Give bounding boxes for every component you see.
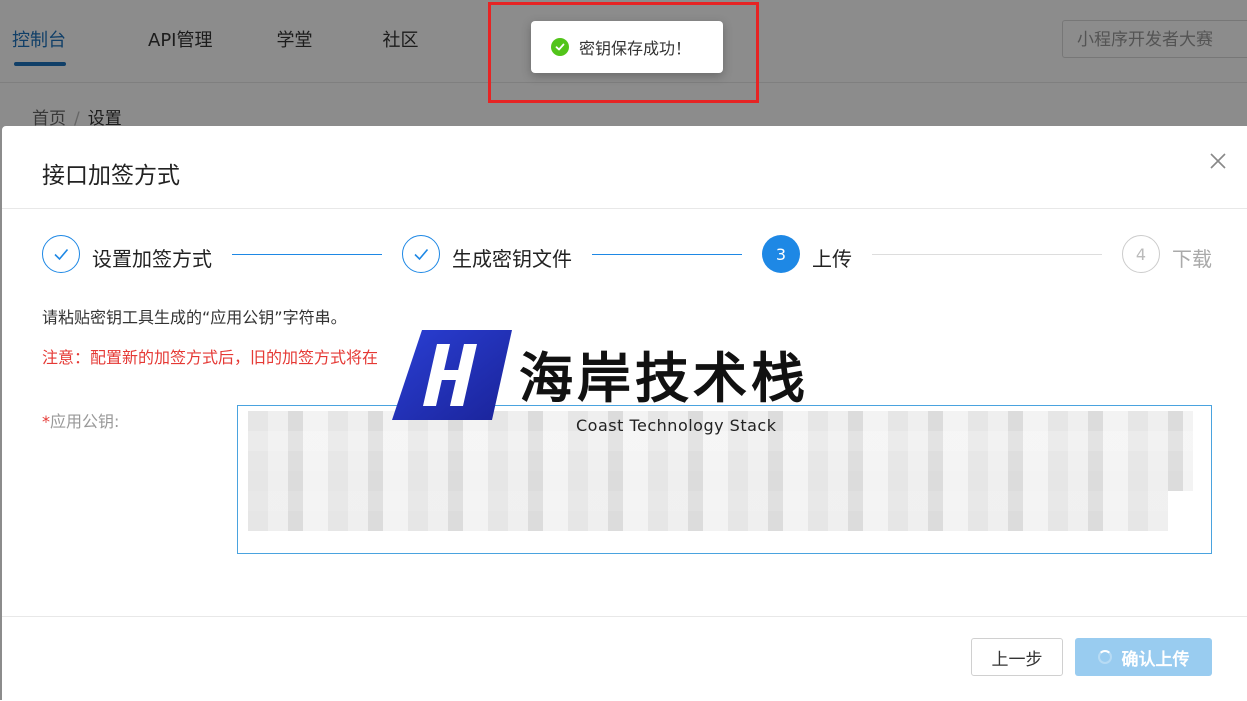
public-key-label-text: 应用公钥:: [50, 412, 120, 431]
blurred-key-line: [248, 451, 1193, 471]
watermark-emblem-icon: [392, 330, 512, 420]
close-icon[interactable]: [1207, 150, 1229, 172]
confirm-upload-button[interactable]: 确认上传: [1075, 638, 1212, 676]
blurred-key-line: [248, 471, 1193, 491]
step-connector-3: [872, 254, 1102, 255]
watermark-title: 海岸技术栈: [519, 347, 809, 410]
dialog-footer: 上一步 确认上传: [2, 616, 1247, 701]
step-1-label: 设置加签方式: [92, 247, 212, 271]
step-4-label: 下载: [1172, 247, 1212, 271]
step-3-label: 上传: [812, 247, 852, 271]
step-2-check-icon: [402, 235, 440, 273]
confirm-upload-label: 确认上传: [1121, 649, 1190, 670]
step-connector-1: [232, 254, 382, 255]
public-key-label: *应用公钥:: [42, 408, 119, 432]
loading-spinner-icon: [1097, 650, 1112, 664]
dialog-header: 接口加签方式: [2, 126, 1247, 209]
step-4-number: 4: [1122, 235, 1160, 273]
highlight-annotation: [488, 2, 759, 103]
step-3-number: 3: [762, 235, 800, 273]
watermark-logo: 海岸技术栈 Coast Technology Stack: [392, 328, 902, 438]
step-1-check-icon: [42, 235, 80, 273]
required-mark: *: [42, 412, 50, 431]
blurred-key-line: [248, 511, 1168, 531]
signing-method-dialog: 接口加签方式 设置加签方式 生成密钥文件 3 上传 4 下载 请粘贴密钥工具生成…: [2, 126, 1247, 700]
warning-text: 注意：配置新的加签方式后，旧的加签方式将在: [42, 348, 379, 367]
paste-hint: 请粘贴密钥工具生成的“应用公钥”字符串。: [42, 308, 347, 327]
dialog-title: 接口加签方式: [42, 163, 180, 189]
step-2-label: 生成密钥文件: [452, 247, 572, 271]
blurred-key-line: [248, 491, 1168, 511]
step-connector-2: [592, 254, 742, 255]
previous-step-button[interactable]: 上一步: [971, 638, 1063, 676]
watermark-subtitle: Coast Technology Stack: [576, 416, 777, 435]
progress-steps: 设置加签方式 生成密钥文件 3 上传 4 下载: [2, 210, 1247, 290]
